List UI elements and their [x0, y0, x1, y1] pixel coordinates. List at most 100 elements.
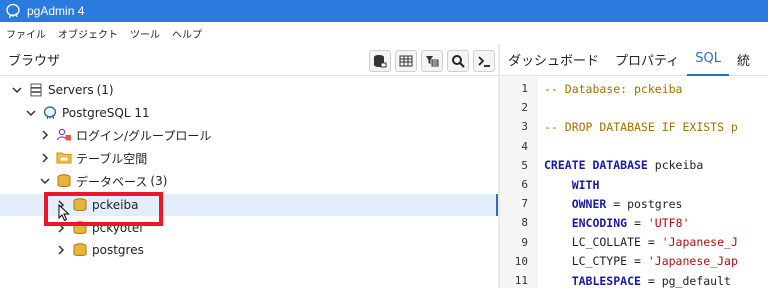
code-line[interactable]: 7 OWNER = postgres — [500, 194, 768, 213]
tab-sql[interactable]: SQL — [687, 44, 729, 76]
line-number: 6 — [521, 178, 528, 191]
line-number: 11 — [514, 274, 528, 287]
line-number: 1 — [521, 82, 528, 95]
database-icon — [72, 242, 88, 258]
line-number: 4 — [521, 139, 528, 153]
tree-count: (1) — [96, 83, 114, 97]
code-text: WITH — [544, 177, 600, 192]
code-text: -- DROP DATABASE IF EXISTS p — [544, 120, 738, 134]
terminal-icon — [478, 56, 490, 67]
code-text: TABLESPACE = pg_default — [544, 274, 731, 288]
menu-file[interactable]: ファイル — [0, 26, 52, 41]
code-token: -- Database: pckeiba — [544, 81, 683, 96]
code-token: OWNER — [544, 196, 607, 211]
code-line[interactable]: 5 CREATE DATABASE pckeiba — [500, 156, 768, 175]
pgadmin-elephant-icon — [5, 3, 21, 19]
line-number: 8 — [521, 216, 528, 230]
database-icon — [374, 55, 387, 68]
code-line[interactable]: 3 -- DROP DATABASE IF EXISTS p — [500, 117, 768, 136]
tab-properties[interactable]: プロパティ — [607, 44, 687, 76]
chevron-down-icon[interactable] — [40, 176, 50, 186]
browser-toolbar — [369, 50, 495, 72]
title-bar: pgAdmin 4 — [0, 0, 768, 22]
menu-object[interactable]: オブジェクト — [52, 26, 124, 41]
psql-tool-button[interactable] — [473, 50, 495, 72]
tree-label: PostgreSQL 11 — [62, 106, 150, 120]
browser-panel: ブラウザ Servers (1) PostgreSQL 11 ログイン/グループ… — [0, 44, 498, 288]
tab-statistics[interactable]: 統 — [729, 44, 758, 76]
tree-node-database-postgres[interactable]: postgres — [0, 239, 498, 261]
tree-label: データベース — [76, 174, 148, 189]
filtered-rows-button[interactable] — [421, 50, 443, 72]
tree-label: ログイン/グループロール — [76, 128, 212, 143]
tree-label: テーブル空間 — [76, 151, 148, 166]
code-token: LC_CTYPE = — [544, 254, 648, 269]
code-token: 'Japanese_J — [661, 235, 738, 250]
code-text: LC_COLLATE = 'Japanese_J — [544, 235, 738, 249]
chevron-down-icon[interactable] — [12, 85, 22, 95]
chevron-right-icon[interactable] — [56, 245, 66, 255]
folder-icon — [56, 150, 72, 166]
code-line[interactable]: 6 WITH — [500, 175, 768, 194]
code-line[interactable]: 9 LC_COLLATE = 'Japanese_J — [500, 233, 768, 252]
code-line[interactable]: 11 TABLESPACE = pg_default — [500, 271, 768, 288]
code-text: LC_CTYPE = 'Japanese_Jap — [544, 254, 738, 268]
window-title: pgAdmin 4 — [27, 4, 85, 18]
code-token: 'UTF8' — [647, 215, 690, 230]
tab-dashboard[interactable]: ダッシュボード — [500, 44, 607, 76]
tree-node-postgresql[interactable]: PostgreSQL 11 — [0, 102, 498, 124]
tree-node-tablespaces[interactable]: テーブル空間 — [0, 147, 498, 169]
code-line[interactable]: 10 LC_CTYPE = 'Japanese_Jap — [500, 252, 768, 271]
code-line[interactable]: 4 — [500, 137, 768, 156]
query-tool-button[interactable] — [369, 50, 391, 72]
code-token: 'Japanese_Jap — [647, 254, 738, 269]
line-number: 10 — [514, 254, 528, 268]
tree-label: Servers — [48, 83, 94, 97]
code-token: = pg_default — [640, 273, 731, 288]
chevron-down-icon[interactable] — [26, 108, 36, 118]
line-number: 7 — [521, 197, 528, 211]
tree-node-databases[interactable]: データベース (3) — [0, 170, 498, 192]
server-group-icon — [28, 82, 44, 98]
browser-header: ブラウザ — [0, 44, 498, 76]
users-icon — [56, 127, 72, 143]
code-line[interactable]: 8 ENCODING = 'UTF8' — [500, 213, 768, 232]
code-line[interactable]: 2 — [500, 98, 768, 117]
code-token: -- DROP DATABASE IF EXISTS p — [544, 119, 738, 134]
line-number: 2 — [521, 101, 528, 115]
databases-icon — [56, 173, 72, 189]
view-data-button[interactable] — [395, 50, 417, 72]
code-token: CREATE DATABASE — [544, 158, 648, 173]
code-token: ENCODING — [544, 215, 628, 230]
menu-help[interactable]: ヘルプ — [166, 26, 208, 41]
sql-editor[interactable]: 1 -- Database: pckeiba 2 3 -- DROP DATABASE … — [500, 76, 768, 288]
code-token: LC_COLLATE = — [544, 235, 662, 250]
code-token: = — [627, 215, 648, 230]
chevron-right-icon[interactable] — [40, 153, 50, 163]
code-token: WITH — [544, 177, 600, 192]
code-token: = postgres — [606, 196, 683, 211]
code-token: pckeiba — [647, 158, 704, 173]
search-icon — [452, 55, 465, 68]
tree-count: (3) — [150, 174, 168, 188]
menu-tools[interactable]: ツール — [124, 26, 166, 41]
line-number: 5 — [521, 158, 528, 172]
elephant-server-icon — [42, 105, 58, 121]
code-text: CREATE DATABASE pckeiba — [544, 158, 703, 172]
line-number: 3 — [521, 120, 528, 134]
filter-table-icon — [426, 56, 439, 67]
code-text: -- Database: pckeiba — [544, 82, 682, 96]
detail-panel: ダッシュボード プロパティ SQL 統 1 -- Database: pckeib… — [500, 44, 768, 288]
table-grid-icon — [399, 55, 413, 67]
tree-label: postgres — [92, 243, 144, 257]
tree-node-servers[interactable]: Servers (1) — [0, 79, 498, 101]
panel-tabs: ダッシュボード プロパティ SQL 統 — [500, 44, 768, 76]
search-objects-button[interactable] — [447, 50, 469, 72]
line-number: 9 — [521, 235, 528, 249]
chevron-right-icon[interactable] — [40, 130, 50, 140]
tree-node-login-roles[interactable]: ログイン/グループロール — [0, 124, 498, 146]
code-line[interactable]: 1 -- Database: pckeiba — [500, 79, 768, 98]
browser-title: ブラウザ — [8, 54, 61, 69]
highlight-annotation — [44, 192, 163, 226]
menu-bar: ファイル オブジェクト ツール ヘルプ — [0, 22, 768, 44]
